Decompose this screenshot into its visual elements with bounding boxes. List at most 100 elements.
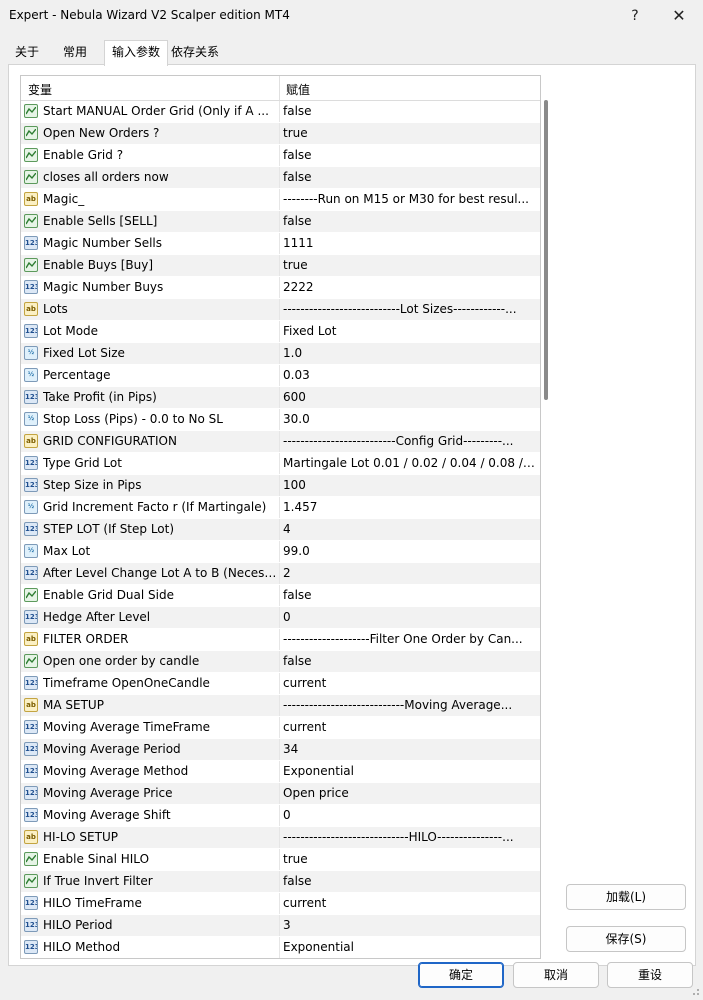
parameter-value[interactable]: --------Run on M15 or M30 for best resul… [283,192,535,206]
parameter-value[interactable]: 4 [283,522,535,536]
table-row[interactable]: 123 Magic Number Sells 1111 [21,233,540,255]
parameter-value[interactable]: 0.03 [283,368,535,382]
table-row[interactable]: 123 STEP LOT (If Step Lot) 4 [21,519,540,541]
table-row[interactable]: ½ Max Lot 99.0 [21,541,540,563]
load-button[interactable]: 加载(L) [566,884,686,910]
help-icon[interactable]: ? [621,4,649,28]
table-row[interactable]: If True Invert Filter false [21,871,540,893]
table-row[interactable]: 123 Moving Average Price Open price [21,783,540,805]
parameter-value[interactable]: false [283,104,535,118]
parameter-value[interactable]: 99.0 [283,544,535,558]
column-header-variable[interactable]: 变量 [28,81,52,98]
table-row[interactable]: 123 Type Grid Lot Martingale Lot 0.01 / 0.… [21,453,540,475]
column-header-value[interactable]: 赋值 [286,81,310,98]
parameter-value[interactable]: Fixed Lot [283,324,535,338]
parameter-value[interactable]: ---------------------------Lot Sizes----… [283,302,535,316]
table-row[interactable]: 123 HILO TimeFrame current [21,893,540,915]
table-row[interactable]: Enable Grid ? false [21,145,540,167]
parameter-value[interactable]: 3 [283,918,535,932]
title-bar: Expert - Nebula Wizard V2 Scalper editio… [0,0,703,32]
parameter-value[interactable]: 2 [283,566,535,580]
parameter-value[interactable]: 2222 [283,280,535,294]
table-row[interactable]: Enable Sells [SELL] false [21,211,540,233]
table-row[interactable]: ab Lots ---------------------------Lot Siz… [21,299,540,321]
table-row[interactable]: ab GRID CONFIGURATION --------------------… [21,431,540,453]
table-row[interactable]: 123 Moving Average Method Exponential [21,761,540,783]
parameter-value[interactable]: false [283,214,535,228]
table-row[interactable]: 123 Take Profit (in Pips) 600 [21,387,540,409]
table-row[interactable]: closes all orders now false [21,167,540,189]
table-row[interactable]: Enable Grid Dual Side false [21,585,540,607]
parameter-value[interactable]: true [283,126,535,140]
close-icon[interactable]: ✕ [665,4,693,28]
table-row[interactable]: 123 Lot Mode Fixed Lot [21,321,540,343]
parameter-value[interactable]: --------------------Filter One Order by … [283,632,535,646]
tab-about[interactable]: 关于 [8,42,46,63]
table-row[interactable]: 123 Step Size in Pips 100 [21,475,540,497]
parameter-value[interactable]: 1.457 [283,500,535,514]
parameter-value[interactable]: 1111 [283,236,535,250]
parameter-value[interactable]: Open price [283,786,535,800]
parameter-value[interactable]: Martingale Lot 0.01 / 0.02 / 0.04 / 0.08… [283,456,535,470]
table-row[interactable]: ab Magic_ --------Run on M15 or M30 for be… [21,189,540,211]
save-button[interactable]: 保存(S) [566,926,686,952]
parameter-value[interactable]: 1.0 [283,346,535,360]
table-row[interactable]: Enable Buys [Buy] true [21,255,540,277]
parameter-value[interactable]: false [283,170,535,184]
tab-common[interactable]: 常用 [56,42,94,63]
table-row[interactable]: Open New Orders ? true [21,123,540,145]
table-row[interactable]: 123 Timeframe OpenOneCandle current [21,673,540,695]
table-row[interactable]: 123 Moving Average Shift 0 [21,805,540,827]
parameter-value[interactable]: 600 [283,390,535,404]
table-row[interactable]: 123 Magic Number Buys 2222 [21,277,540,299]
parameter-value[interactable]: false [283,148,535,162]
table-row[interactable]: ½ Stop Loss (Pips) - 0.0 to No SL 30.0 [21,409,540,431]
table-row[interactable]: Enable Sinal HILO true [21,849,540,871]
cell-divider [279,475,280,496]
parameter-value[interactable]: false [283,588,535,602]
table-row[interactable]: ½ Fixed Lot Size 1.0 [21,343,540,365]
cell-divider [279,827,280,848]
column-divider[interactable] [279,76,280,100]
parameter-value[interactable]: --------------------------Config Grid---… [283,434,535,448]
table-row[interactable]: ab HI-LO SETUP ---------------------------… [21,827,540,849]
parameter-value[interactable]: Exponential [283,940,535,954]
table-row[interactable]: ab FILTER ORDER --------------------Filter… [21,629,540,651]
parameter-value[interactable]: Exponential [283,764,535,778]
table-row[interactable]: ½ Grid Increment Facto r (If Martingale) 1… [21,497,540,519]
parameter-value[interactable]: 0 [283,808,535,822]
parameter-value[interactable]: current [283,896,535,910]
reset-button[interactable]: 重设 [607,962,693,988]
table-row[interactable]: ½ Percentage 0.03 [21,365,540,387]
cancel-button[interactable]: 取消 [513,962,599,988]
ok-button[interactable]: 确定 [418,962,504,988]
parameter-value[interactable]: false [283,874,535,888]
parameter-value[interactable]: 34 [283,742,535,756]
parameter-value[interactable]: -----------------------------HILO-------… [283,830,535,844]
parameter-value[interactable]: 30.0 [283,412,535,426]
table-row[interactable]: Start MANUAL Order Grid (Only if A ... fa… [21,101,540,123]
table-row[interactable]: 123 Moving Average TimeFrame current [21,717,540,739]
tab-inputs[interactable]: 输入参数 [104,40,169,66]
table-row[interactable]: Open one order by candle false [21,651,540,673]
parameter-value[interactable]: 100 [283,478,535,492]
table-row[interactable]: 123 Moving Average Period 34 [21,739,540,761]
parameter-value[interactable]: current [283,720,535,734]
parameter-value[interactable]: 0 [283,610,535,624]
parameter-value[interactable]: true [283,852,535,866]
parameter-value[interactable]: false [283,654,535,668]
table-row[interactable]: ab MA SETUP ----------------------------Mo… [21,695,540,717]
parameter-value[interactable]: ----------------------------Moving Avera… [283,698,535,712]
parameter-name: HILO Method [43,940,121,954]
table-row[interactable]: 123 HILO Period 3 [21,915,540,937]
vertical-scrollbar[interactable] [544,100,548,400]
table-row[interactable]: 123 Hedge After Level 0 [21,607,540,629]
parameter-value[interactable]: current [283,676,535,690]
table-row[interactable]: 123 HILO Method Exponential [21,937,540,958]
parameter-name: HI-LO SETUP [43,830,118,844]
table-row[interactable]: 123 After Level Change Lot A to B (Necess… [21,563,540,585]
tab-dependencies[interactable]: 依存关系 [164,42,226,63]
resize-grip-icon[interactable] [690,986,700,996]
parameter-value[interactable]: true [283,258,535,272]
parameter-name: Moving Average Period [43,742,181,756]
